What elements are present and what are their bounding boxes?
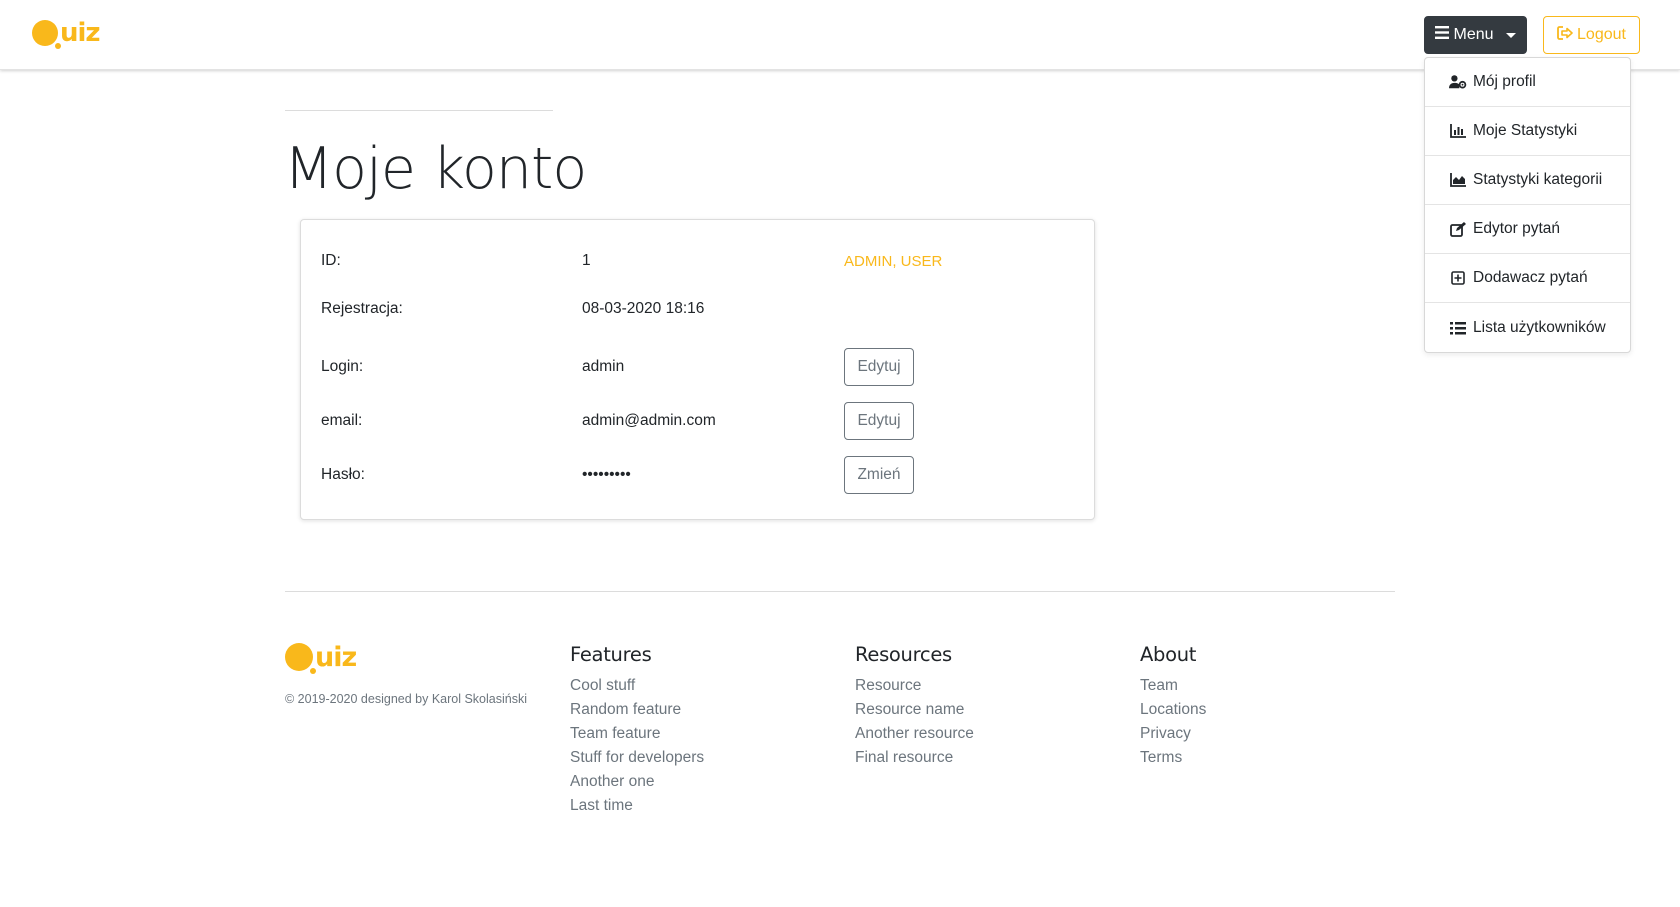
edit-login-button[interactable]: Edytuj: [844, 348, 914, 386]
edit-email-button[interactable]: Edytuj: [844, 402, 914, 440]
footer-divider: [285, 591, 1395, 592]
id-label: ID:: [321, 252, 341, 269]
logout-button-label: Logout: [1577, 26, 1626, 43]
id-value: 1: [582, 252, 591, 269]
menu-item-question-editor[interactable]: Edytor pytań: [1425, 205, 1630, 254]
account-row-password: Hasło: ••••••••• Zmień: [301, 456, 1094, 494]
footer-column-about: About Team Locations Privacy Terms: [1140, 643, 1206, 770]
footer-link[interactable]: Resource: [855, 674, 974, 698]
menu-item-label: Edytor pytań: [1473, 220, 1561, 237]
account-row-login: Login: admin Edytuj: [301, 348, 1094, 386]
account-row-email: email: admin@admin.com Edytuj: [301, 402, 1094, 440]
menu-item-user-list[interactable]: Lista użytkowników: [1425, 303, 1630, 352]
heading-divider: [285, 110, 553, 111]
registration-value: 08-03-2020 18:16: [582, 300, 705, 317]
registration-label: Rejestracja:: [321, 300, 403, 317]
logo-text: uiz: [60, 18, 101, 48]
email-label: email:: [321, 412, 363, 429]
change-password-button[interactable]: Zmień: [844, 456, 914, 494]
menu-item-label: Statystyki kategorii: [1473, 171, 1603, 188]
login-label: Login:: [321, 358, 364, 375]
password-value: •••••••••: [582, 466, 631, 483]
menu-dropdown: Mój profil Moje Statystyki Statystyki ka…: [1424, 57, 1631, 353]
logo-dot-icon: [32, 20, 61, 49]
menu-item-label: Mój profil: [1473, 73, 1536, 90]
menu-item-question-adder[interactable]: Dodawacz pytań: [1425, 254, 1630, 303]
footer-link[interactable]: Final resource: [855, 746, 974, 770]
footer-link[interactable]: Resource name: [855, 698, 974, 722]
password-label: Hasło:: [321, 466, 365, 483]
footer-link[interactable]: Locations: [1140, 698, 1206, 722]
sign-out-icon: [1557, 25, 1573, 45]
menu-item-label: Moje Statystyki: [1473, 122, 1578, 139]
footer-link[interactable]: Another one: [570, 770, 704, 794]
caret-down-icon: [1505, 32, 1516, 38]
footer-link[interactable]: Last time: [570, 794, 704, 818]
menu-item-my-profile[interactable]: Mój profil: [1425, 58, 1630, 107]
footer-link[interactable]: Random feature: [570, 698, 704, 722]
edit-icon: [1449, 221, 1467, 237]
menu-item-category-statistics[interactable]: Statystyki kategorii: [1425, 156, 1630, 205]
account-card: ID: 1 ADMIN, USER Rejestracja: 08-03-202…: [300, 219, 1095, 520]
copyright: © 2019-2020 designed by Karol Skolasińsk…: [285, 692, 527, 706]
menu-button-label: Menu: [1453, 26, 1494, 43]
plus-square-icon: [1449, 270, 1467, 286]
menu-item-label: Lista użytkowników: [1473, 318, 1606, 336]
footer-link[interactable]: Terms: [1140, 746, 1206, 770]
footer-link[interactable]: Another resource: [855, 722, 974, 746]
bar-chart-icon: [1449, 123, 1467, 139]
list-icon: [1449, 320, 1467, 336]
logo-dot-icon: [285, 643, 316, 674]
roles-badge: ADMIN, USER: [844, 252, 943, 270]
login-value: admin: [582, 358, 625, 375]
footer-link[interactable]: Cool stuff: [570, 674, 704, 698]
menu-item-label: Dodawacz pytań: [1473, 269, 1588, 286]
footer-link[interactable]: Stuff for developers: [570, 746, 704, 770]
footer-column-features: Features Cool stuff Random feature Team …: [570, 643, 704, 818]
area-chart-icon: [1449, 172, 1467, 188]
footer-link[interactable]: Team: [1140, 674, 1206, 698]
email-value: admin@admin.com: [582, 412, 716, 429]
logo-text: uiz: [315, 641, 357, 673]
bars-icon: [1435, 26, 1450, 44]
page-title: Moje konto: [284, 136, 587, 202]
user-cog-icon: [1449, 74, 1467, 90]
footer-column-resources: Resources Resource Resource name Another…: [855, 643, 974, 770]
footer-column-title: Resources: [855, 643, 952, 666]
footer-logo: uiz: [285, 641, 357, 674]
logout-button[interactable]: Logout: [1543, 16, 1640, 54]
menu-button[interactable]: Menu: [1424, 16, 1527, 54]
footer-column-title: Features: [570, 643, 652, 666]
footer-link[interactable]: Team feature: [570, 722, 704, 746]
footer-column-title: About: [1140, 643, 1197, 666]
footer-link[interactable]: Privacy: [1140, 722, 1206, 746]
quiz-logo[interactable]: uiz: [32, 18, 101, 49]
menu-item-my-statistics[interactable]: Moje Statystyki: [1425, 107, 1630, 156]
